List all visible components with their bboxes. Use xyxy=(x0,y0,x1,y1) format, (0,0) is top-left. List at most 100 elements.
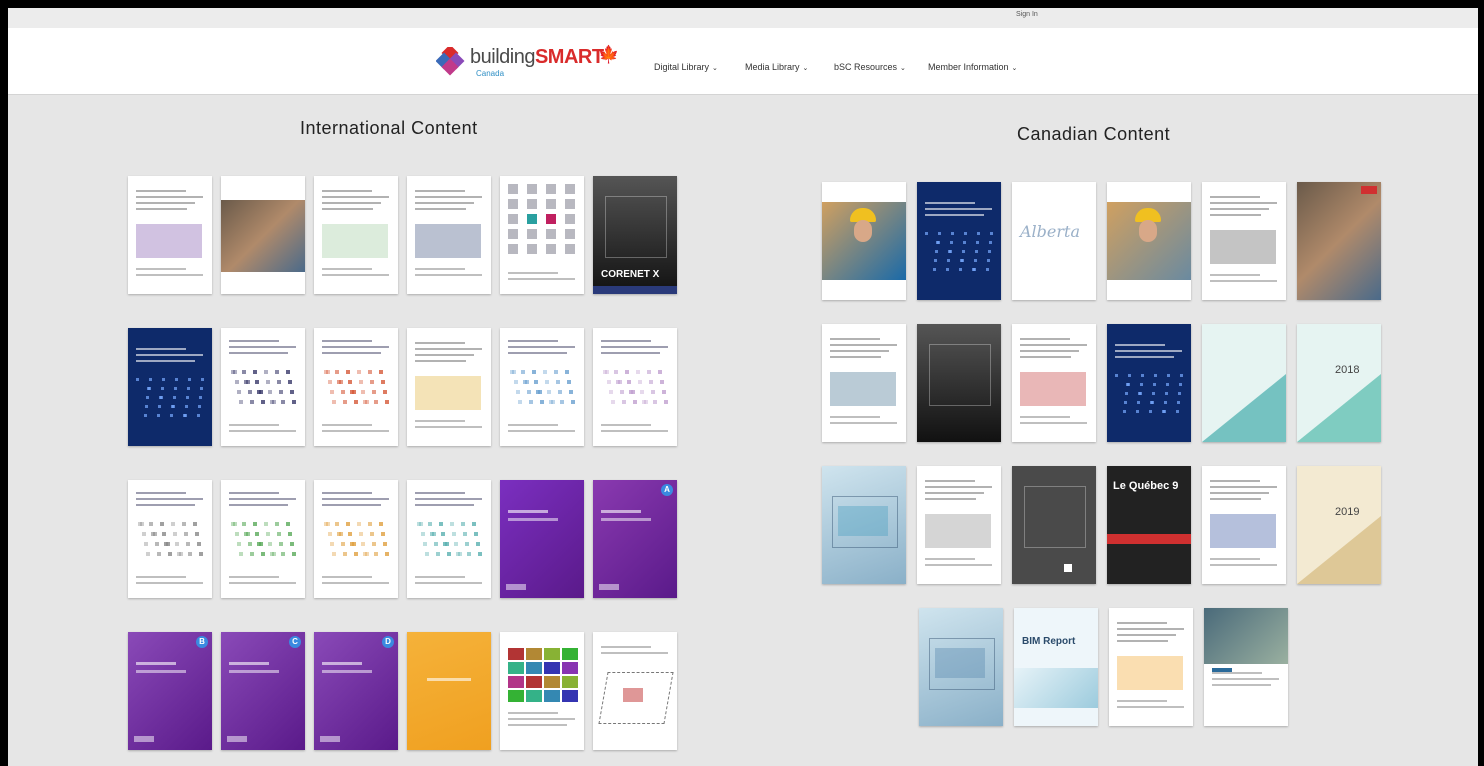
thumbnail-graphic xyxy=(229,346,296,348)
thumbnail-script-label: Alberta xyxy=(1020,222,1080,241)
thumbnail-graphic xyxy=(447,552,451,556)
document-thumbnail[interactable]: Alberta xyxy=(1012,182,1096,300)
thumbnail-graphic xyxy=(1361,186,1377,194)
thumbnail-graphic xyxy=(155,542,159,546)
nav-media-library[interactable]: Media Library ⌄ xyxy=(745,62,808,72)
document-thumbnail[interactable] xyxy=(1107,182,1191,300)
document-thumbnail[interactable] xyxy=(221,328,305,446)
thumbnail-graphic xyxy=(925,202,975,204)
thumbnail-graphic xyxy=(925,492,984,494)
thumbnail-graphic xyxy=(653,400,657,404)
document-thumbnail[interactable]: B xyxy=(128,632,212,750)
thumbnail-graphic xyxy=(198,405,201,408)
document-thumbnail[interactable] xyxy=(1297,182,1381,300)
document-thumbnail[interactable] xyxy=(128,176,212,294)
thumbnail-graphic xyxy=(415,420,465,422)
document-thumbnail[interactable] xyxy=(917,466,1001,584)
document-thumbnail[interactable] xyxy=(500,328,584,446)
document-thumbnail[interactable] xyxy=(1012,466,1096,584)
document-thumbnail[interactable] xyxy=(822,324,906,442)
document-thumbnail[interactable] xyxy=(407,480,491,598)
document-thumbnail[interactable] xyxy=(1202,182,1286,300)
document-thumbnail[interactable] xyxy=(407,328,491,446)
document-thumbnail[interactable] xyxy=(221,176,305,294)
thumbnail-graphic xyxy=(428,522,432,526)
document-thumbnail[interactable] xyxy=(500,632,584,750)
nav-digital-library[interactable]: Digital Library ⌄ xyxy=(654,62,718,72)
thumbnail-graphic xyxy=(1149,410,1152,413)
thumbnail-graphic xyxy=(508,244,518,254)
document-thumbnail[interactable] xyxy=(221,480,305,598)
document-thumbnail[interactable] xyxy=(500,480,584,598)
thumbnail-graphic xyxy=(174,387,177,390)
thumbnail-graphic xyxy=(925,480,975,482)
thumbnail-graphic xyxy=(1210,564,1277,566)
thumbnail-graphic xyxy=(328,380,332,384)
nav-member-information[interactable]: Member Information ⌄ xyxy=(928,62,1017,72)
thumbnail-graphic xyxy=(385,552,389,556)
thumbnail-graphic xyxy=(935,648,985,678)
document-thumbnail[interactable] xyxy=(314,480,398,598)
thumbnail-graphic xyxy=(463,532,467,536)
document-thumbnail[interactable] xyxy=(1202,324,1286,442)
thumbnail-graphic xyxy=(183,414,186,417)
thumbnail-graphic xyxy=(1210,274,1260,276)
thumbnail-graphic xyxy=(250,400,254,404)
document-thumbnail[interactable] xyxy=(1202,466,1286,584)
thumbnail-graphic xyxy=(925,486,992,488)
thumbnail-graphic xyxy=(374,400,378,404)
document-thumbnail[interactable]: 2019 xyxy=(1297,466,1381,584)
thumbnail-graphic xyxy=(562,676,578,688)
thumbnail-graphic xyxy=(415,376,481,410)
document-thumbnail[interactable]: CORENET X xyxy=(593,176,677,294)
document-thumbnail[interactable] xyxy=(314,176,398,294)
document-thumbnail[interactable]: C xyxy=(221,632,305,750)
thumbnail-graphic xyxy=(288,532,292,536)
document-thumbnail[interactable] xyxy=(128,328,212,446)
nav-bsc-resources[interactable]: bSC Resources ⌄ xyxy=(834,62,906,72)
sign-in-link[interactable]: Sign In xyxy=(1016,11,1038,18)
thumbnail-graphic xyxy=(322,498,389,500)
document-thumbnail[interactable] xyxy=(1012,324,1096,442)
document-thumbnail[interactable] xyxy=(822,182,906,300)
document-thumbnail[interactable] xyxy=(593,632,677,750)
document-thumbnail[interactable] xyxy=(917,324,1001,442)
thumbnail-graphic xyxy=(934,259,937,262)
document-thumbnail[interactable] xyxy=(919,608,1003,726)
thumbnail-graphic xyxy=(562,648,578,660)
document-thumbnail[interactable] xyxy=(500,176,584,294)
document-thumbnail[interactable] xyxy=(314,328,398,446)
thumbnail-graphic xyxy=(450,522,454,526)
thumbnail-graphic xyxy=(229,504,288,506)
thumbnail-graphic xyxy=(664,400,668,404)
document-thumbnail[interactable] xyxy=(917,182,1001,300)
thumbnail-graphic xyxy=(1167,374,1170,377)
document-thumbnail[interactable] xyxy=(407,176,491,294)
thumbnail-graphic xyxy=(508,518,558,521)
document-thumbnail[interactable]: A xyxy=(593,480,677,598)
thumbnail-graphic xyxy=(322,582,389,584)
document-thumbnail[interactable] xyxy=(1107,324,1191,442)
thumbnail-graphic xyxy=(972,268,975,271)
thumbnail-graphic xyxy=(526,662,542,674)
thumbnail-graphic xyxy=(986,268,989,271)
document-thumbnail[interactable] xyxy=(593,328,677,446)
thumbnail-graphic xyxy=(425,552,429,556)
thumbnail-graphic xyxy=(415,274,482,276)
document-thumbnail[interactable] xyxy=(1204,608,1288,726)
document-thumbnail[interactable]: BIM Report xyxy=(1014,608,1098,726)
document-thumbnail[interactable]: D xyxy=(314,632,398,750)
thumbnail-graphic xyxy=(290,390,294,394)
document-thumbnail[interactable] xyxy=(822,466,906,584)
thumbnail-graphic xyxy=(662,390,666,394)
thumbnail-graphic xyxy=(201,378,204,381)
thumbnail-graphic xyxy=(1115,374,1118,377)
document-thumbnail[interactable] xyxy=(128,480,212,598)
thumbnail-graphic xyxy=(1126,383,1129,386)
document-thumbnail[interactable] xyxy=(1109,608,1193,726)
document-thumbnail[interactable]: Le Québec 9 xyxy=(1107,466,1191,584)
document-thumbnail[interactable] xyxy=(407,632,491,750)
thumbnail-graphic xyxy=(197,542,201,546)
document-thumbnail[interactable]: 2018 xyxy=(1297,324,1381,442)
thumbnail-graphic xyxy=(562,690,578,702)
